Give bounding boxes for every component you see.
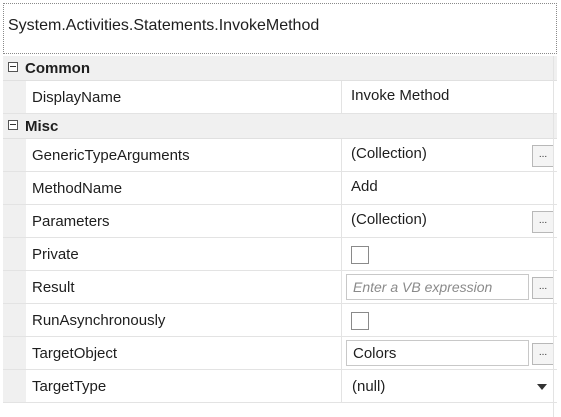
property-row-result[interactable]: Result Enter a VB expression ...: [3, 271, 557, 304]
expression-placeholder: Enter a VB expression: [353, 279, 493, 295]
collapse-icon[interactable]: [8, 62, 18, 72]
category-misc[interactable]: Misc: [3, 114, 557, 139]
target-type-dropdown[interactable]: (null): [346, 373, 555, 401]
property-name: MethodName: [32, 180, 123, 197]
target-object-value: Colors: [353, 345, 397, 362]
grid-right-border: [553, 56, 554, 417]
property-row-targetobject[interactable]: TargetObject Colors ...: [3, 337, 557, 370]
selected-object-header: System.Activities.Statements.InvokeMetho…: [3, 3, 557, 54]
ellipsis-button[interactable]: ...: [532, 145, 554, 167]
property-name: RunAsynchronously: [32, 312, 166, 329]
property-row-displayname[interactable]: DisplayName Invoke Method: [3, 81, 557, 114]
category-label: Common: [25, 60, 90, 77]
target-object-input[interactable]: Colors: [346, 340, 529, 366]
property-row-targettype[interactable]: TargetType (null): [3, 370, 557, 403]
row-gutter: [3, 81, 26, 113]
property-row-generictypearguments[interactable]: GenericTypeArguments (Collection) ...: [3, 139, 557, 172]
property-name: Private: [32, 246, 79, 263]
column-divider[interactable]: [341, 238, 342, 270]
property-name: TargetObject: [32, 345, 118, 362]
selected-object-title: System.Activities.Statements.InvokeMetho…: [8, 17, 320, 34]
column-divider[interactable]: [341, 172, 342, 204]
property-row-private[interactable]: Private: [3, 238, 557, 271]
property-value[interactable]: (Collection): [351, 211, 427, 228]
property-value[interactable]: Add: [351, 178, 378, 195]
column-divider[interactable]: [341, 139, 342, 171]
ellipsis-button[interactable]: ...: [532, 211, 554, 233]
target-type-value: (null): [352, 378, 386, 395]
property-value[interactable]: Invoke Method: [351, 87, 449, 104]
property-grid: System.Activities.Statements.InvokeMetho…: [0, 0, 561, 417]
column-divider[interactable]: [341, 271, 342, 303]
ellipsis-button[interactable]: ...: [532, 343, 554, 365]
row-gutter: [3, 205, 26, 237]
column-divider[interactable]: [341, 370, 342, 402]
chevron-down-icon[interactable]: [537, 384, 547, 390]
row-gutter: [3, 238, 26, 270]
property-name: TargetType: [32, 378, 107, 395]
property-row-methodname[interactable]: MethodName Add: [3, 172, 557, 205]
property-row-parameters[interactable]: Parameters (Collection) ...: [3, 205, 557, 238]
property-name: Result: [32, 279, 75, 296]
collapse-icon[interactable]: [8, 120, 18, 130]
column-divider[interactable]: [341, 81, 342, 113]
run-asynchronously-checkbox[interactable]: [351, 312, 369, 330]
property-value[interactable]: (Collection): [351, 145, 427, 162]
category-label: Misc: [25, 118, 59, 135]
private-checkbox[interactable]: [351, 246, 369, 264]
property-name: DisplayName: [32, 89, 122, 106]
property-name: GenericTypeArguments: [32, 147, 190, 164]
column-divider[interactable]: [341, 205, 342, 237]
property-row-runasynchronously[interactable]: RunAsynchronously: [3, 304, 557, 337]
ellipsis-button[interactable]: ...: [532, 277, 554, 299]
row-gutter: [3, 370, 26, 402]
result-expression-input[interactable]: Enter a VB expression: [346, 274, 529, 300]
column-divider[interactable]: [341, 337, 342, 369]
row-gutter: [3, 304, 26, 336]
row-gutter: [3, 139, 26, 171]
row-gutter: [3, 337, 26, 369]
property-name: Parameters: [32, 213, 110, 230]
row-gutter: [3, 271, 26, 303]
category-common[interactable]: Common: [3, 56, 557, 81]
row-gutter: [3, 172, 26, 204]
property-list: Common DisplayName Invoke Method Misc Ge…: [3, 56, 557, 403]
column-divider[interactable]: [341, 304, 342, 336]
